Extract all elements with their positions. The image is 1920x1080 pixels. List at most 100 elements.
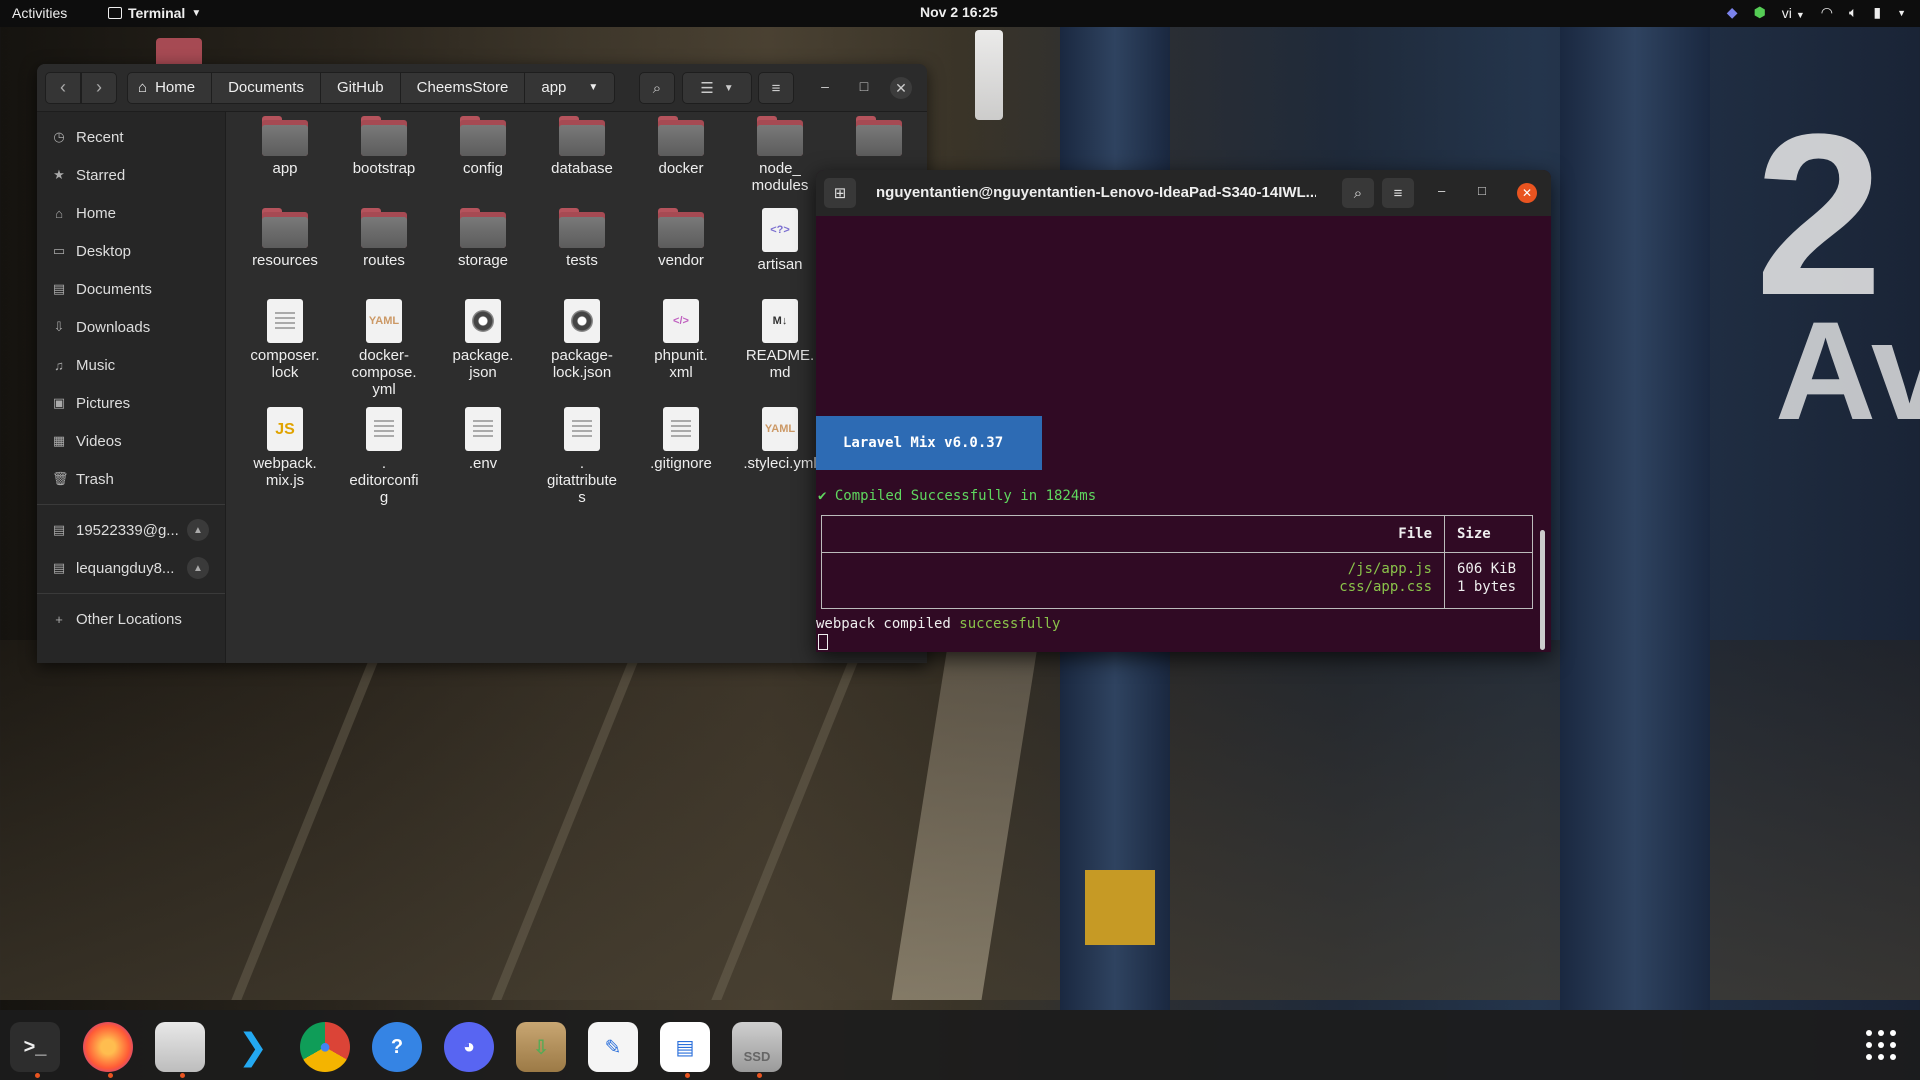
terminal-output[interactable]: Laravel Mix v6.0.37 ✔ Compiled Successfu… bbox=[816, 170, 1551, 652]
terminal-scrollbar[interactable] bbox=[1540, 530, 1545, 650]
back-button[interactable]: ‹ bbox=[45, 71, 81, 104]
clock[interactable]: Nov 2 16:25 bbox=[920, 4, 998, 20]
eject-icon[interactable]: ▲ bbox=[187, 519, 209, 541]
file-label: vendor bbox=[658, 252, 704, 269]
minimize-button[interactable]: – bbox=[815, 78, 835, 94]
view-toggle-button[interactable]: ☰ ▼ bbox=[682, 72, 752, 104]
file-item[interactable]: .env bbox=[435, 407, 531, 472]
wifi-icon[interactable]: ◠ bbox=[1821, 4, 1833, 21]
show-applications-button[interactable] bbox=[1866, 1030, 1896, 1060]
file-label: .styleci.yml bbox=[743, 455, 817, 472]
breadcrumb-cheemsstore[interactable]: CheemsStore bbox=[400, 71, 526, 104]
help-icon[interactable]: ? bbox=[372, 1022, 422, 1072]
file-item[interactable]: composer. lock bbox=[237, 299, 333, 381]
hamburger-icon: ≡ bbox=[771, 79, 781, 97]
text-file-icon bbox=[366, 407, 402, 451]
folder-item[interactable]: tests bbox=[534, 208, 630, 269]
file-type-glyph: <?> bbox=[770, 223, 790, 236]
sidebar-item-drive[interactable]: ▤ 19522339@g... ▲ bbox=[37, 511, 225, 549]
shield-icon[interactable]: ⬢ bbox=[1754, 4, 1766, 21]
sidebar-item-documents[interactable]: ▤ Documents bbox=[37, 270, 225, 308]
sidebar-item-other-locations[interactable]: + Other Locations bbox=[37, 600, 225, 638]
sidebar-item-music[interactable]: ♫ Music bbox=[37, 346, 225, 384]
ssd-icon[interactable]: SSD bbox=[732, 1022, 782, 1072]
folder-item[interactable]: vendor bbox=[633, 208, 729, 269]
dock bbox=[0, 1010, 1920, 1080]
file-item[interactable]: YAML .styleci.yml bbox=[732, 407, 828, 472]
battery-icon[interactable]: ▮ bbox=[1873, 4, 1881, 21]
sidebar-item-home[interactable]: ⌂ Home bbox=[37, 194, 225, 232]
forward-button[interactable]: › bbox=[81, 71, 117, 104]
breadcrumb-documents[interactable]: Documents bbox=[212, 71, 321, 104]
sidebar-item-drive[interactable]: ▤ lequangduy8... ▲ bbox=[37, 549, 225, 587]
sidebar-item-label: Desktop bbox=[76, 242, 132, 260]
caret-down-icon: ▼ bbox=[588, 82, 599, 93]
file-item[interactable]: M↓ README. md bbox=[732, 299, 828, 381]
folder-item[interactable]: routes bbox=[336, 208, 432, 269]
folder-icon bbox=[262, 116, 308, 156]
file-item[interactable]: package. json bbox=[435, 299, 531, 381]
sidebar-item-starred[interactable]: ★ Starred bbox=[37, 156, 225, 194]
sidebar-item-trash[interactable]: 🗑︎ Trash bbox=[37, 460, 225, 498]
folder-item[interactable]: app bbox=[237, 116, 333, 177]
file-item[interactable]: .gitignore bbox=[633, 407, 729, 472]
file-item[interactable]: package- lock.json bbox=[534, 299, 630, 381]
folder-item[interactable]: database bbox=[534, 116, 630, 177]
folder-item[interactable]: docker bbox=[633, 116, 729, 177]
file-item[interactable]: . editorconfi g bbox=[336, 407, 432, 506]
running-indicator bbox=[180, 1073, 185, 1078]
folder-item[interactable]: bootstrap bbox=[336, 116, 432, 177]
file-item[interactable]: YAML docker- compose. yml bbox=[336, 299, 432, 398]
breadcrumb-app[interactable]: app ▼ bbox=[525, 71, 616, 104]
maximize-button[interactable]: □ bbox=[854, 78, 874, 94]
teams-icon[interactable]: ◆ bbox=[1727, 4, 1738, 21]
app-menu[interactable]: Terminal ▼ bbox=[108, 5, 201, 21]
caret-down-icon[interactable]: ▼ bbox=[1897, 8, 1906, 18]
folder-item[interactable]: config bbox=[435, 116, 531, 177]
archive-icon[interactable]: ⇩ bbox=[516, 1022, 566, 1072]
activities-button[interactable]: Activities bbox=[12, 5, 67, 21]
terminal-icon[interactable]: >_ bbox=[10, 1022, 60, 1072]
home-tab-icon bbox=[156, 38, 202, 66]
sidebar-item-videos[interactable]: ▦ Videos bbox=[37, 422, 225, 460]
input-method[interactable]: vi ▼ bbox=[1782, 5, 1805, 21]
system-tray[interactable]: ◆ ⬢ vi ▼ ◠ 🔈︎ ▮ ▼ bbox=[1727, 4, 1906, 21]
discord-icon[interactable]: ◕ bbox=[444, 1022, 494, 1072]
breadcrumb-github[interactable]: GitHub bbox=[320, 71, 401, 104]
sidebar-item-pictures[interactable]: ▣ Pictures bbox=[37, 384, 225, 422]
file-label: . editorconfi g bbox=[349, 455, 419, 506]
sidebar-item-downloads[interactable]: ⇩ Downloads bbox=[37, 308, 225, 346]
folder-item[interactable]: storage bbox=[435, 208, 531, 269]
file-label: storage bbox=[457, 252, 509, 269]
files-icon[interactable] bbox=[155, 1022, 205, 1072]
sidebar-item-label: Downloads bbox=[76, 318, 151, 336]
sidebar-divider bbox=[37, 593, 225, 594]
firefox-icon[interactable] bbox=[83, 1022, 133, 1072]
file-label: . gitattribute s bbox=[546, 455, 618, 506]
text-editor-icon[interactable]: ✎ bbox=[588, 1022, 638, 1072]
close-button[interactable]: ✕ bbox=[890, 77, 912, 99]
sidebar-item-label: Home bbox=[76, 204, 117, 222]
sidebar-item-recent[interactable]: ◷ Recent bbox=[37, 118, 225, 156]
chrome-icon[interactable]: ● bbox=[300, 1022, 350, 1072]
text-file-icon bbox=[564, 407, 600, 451]
file-item[interactable]: <?> artisan bbox=[732, 208, 828, 273]
folder-item[interactable]: resources bbox=[237, 208, 333, 269]
search-button[interactable]: ⌕ bbox=[639, 72, 675, 104]
volume-icon[interactable]: 🔈︎ bbox=[1849, 4, 1857, 21]
sidebar-item-desktop[interactable]: ▭ Desktop bbox=[37, 232, 225, 270]
folder-icon bbox=[757, 116, 803, 156]
running-indicator bbox=[757, 1073, 762, 1078]
breadcrumb-label: app bbox=[541, 79, 567, 96]
folder-item[interactable]: node_ modules bbox=[732, 116, 828, 194]
menu-button[interactable]: ≡ bbox=[758, 72, 794, 104]
file-item[interactable]: </> phpunit. xml bbox=[633, 299, 729, 381]
sidebar-item-label: Documents bbox=[76, 280, 152, 298]
writer-icon[interactable]: ▤ bbox=[660, 1022, 710, 1072]
vscode-icon[interactable]: ❯ bbox=[228, 1022, 278, 1072]
folder-item[interactable] bbox=[831, 116, 927, 160]
eject-icon[interactable]: ▲ bbox=[187, 557, 209, 579]
breadcrumb-home[interactable]: ⌂ Home bbox=[127, 71, 213, 104]
file-item[interactable]: JS webpack. mix.js bbox=[237, 407, 333, 489]
file-item[interactable]: . gitattribute s bbox=[534, 407, 630, 506]
